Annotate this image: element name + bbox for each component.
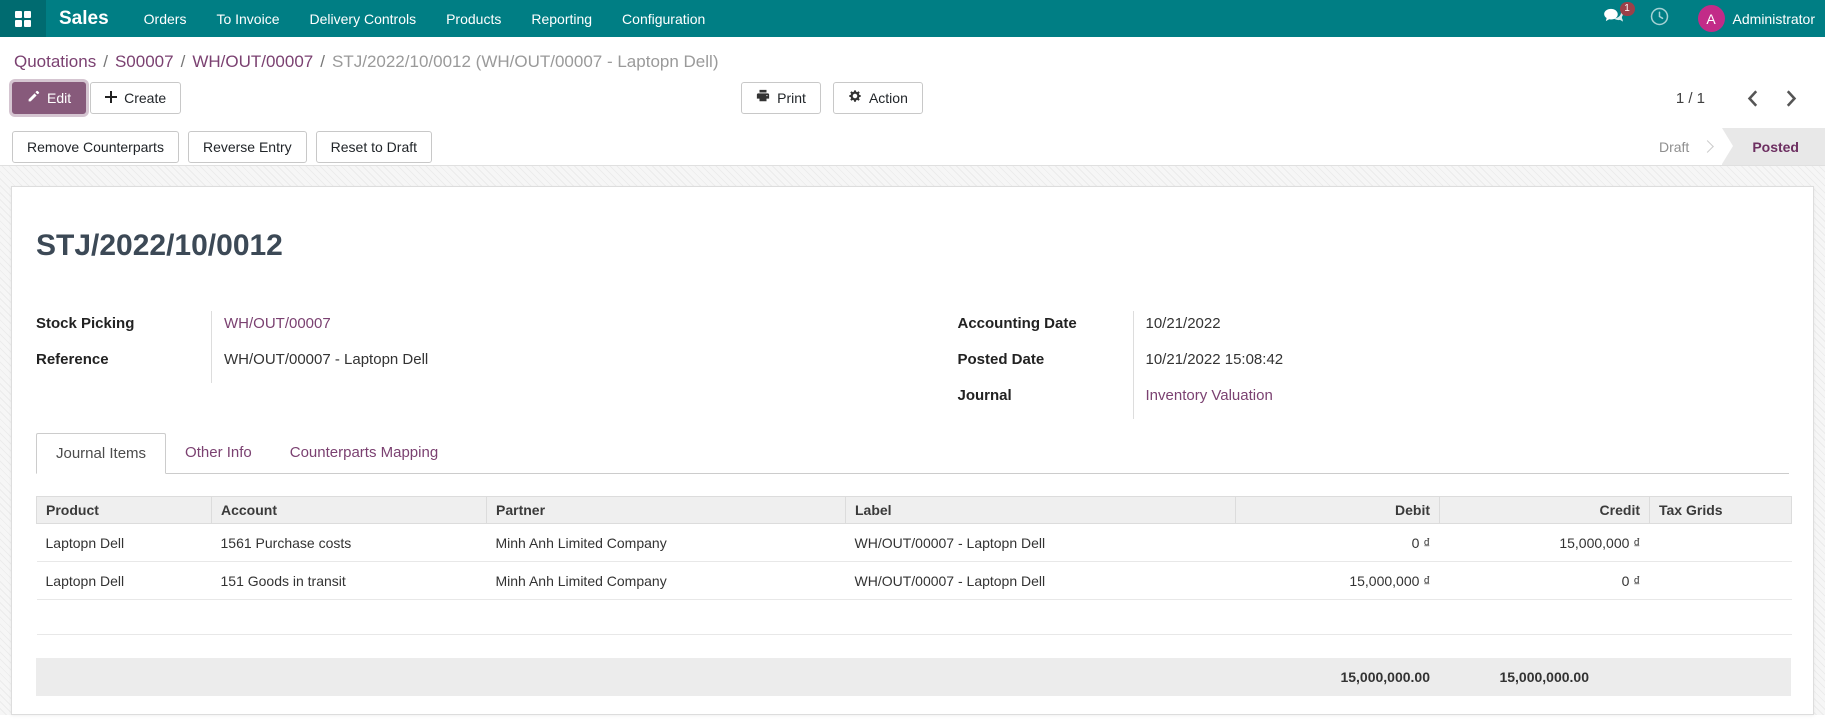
credit-total: 15,000,000.00	[1499, 669, 1589, 685]
col-partner[interactable]: Partner	[486, 496, 846, 524]
app-brand[interactable]: Sales	[46, 0, 129, 37]
main-menu: Orders To Invoice Delivery Controls Prod…	[129, 0, 721, 37]
tab-other-info[interactable]: Other Info	[166, 433, 271, 473]
plus-icon	[105, 88, 118, 108]
field-posted-date: Posted Date 10/21/2022 15:08:42	[958, 347, 1790, 383]
menu-products[interactable]: Products	[431, 0, 516, 37]
top-navbar: Sales Orders To Invoice Delivery Control…	[0, 0, 1825, 37]
navbar-right: 1 A Administrator	[1590, 0, 1825, 37]
breadcrumb-separator: /	[320, 52, 325, 71]
menu-configuration[interactable]: Configuration	[607, 0, 720, 37]
user-avatar[interactable]: A	[1697, 5, 1725, 32]
remove-counterparts-button[interactable]: Remove Counterparts	[12, 130, 179, 163]
col-credit[interactable]: Credit	[1439, 496, 1650, 524]
table-header-row: Product Account Partner Label Debit Cred…	[36, 496, 1792, 524]
statusbar: Draft Posted	[1639, 128, 1825, 165]
status-arrow-icon	[1701, 140, 1715, 153]
form-view-background: STJ/2022/10/0012 Stock Picking WH/OUT/00…	[0, 166, 1825, 715]
debit-total: 15,000,000.00	[1340, 669, 1430, 685]
status-draft[interactable]: Draft	[1639, 128, 1703, 165]
record-buttons: Edit Create	[12, 82, 182, 114]
page-title: STJ/2022/10/0012	[36, 229, 283, 262]
pager-next-button[interactable]	[1772, 86, 1811, 111]
col-account[interactable]: Account	[211, 496, 487, 524]
breadcrumb-quotations[interactable]: Quotations	[14, 52, 96, 71]
col-label[interactable]: Label	[845, 496, 1236, 524]
table-row-empty[interactable]	[36, 599, 1792, 635]
menu-delivery-controls[interactable]: Delivery Controls	[295, 0, 432, 37]
print-action-buttons: Print Action	[741, 82, 923, 114]
workflow-buttons: Remove Counterparts Reverse Entry Reset …	[12, 130, 433, 163]
col-tax-grids[interactable]: Tax Grids	[1649, 496, 1792, 524]
pager-count: 1 / 1	[1675, 89, 1705, 107]
tab-counterparts-mapping[interactable]: Counterparts Mapping	[271, 433, 457, 473]
breadcrumb-current: STJ/2022/10/0012 (WH/OUT/00007 - Laptopn…	[332, 52, 719, 71]
field-accounting-date: Accounting Date 10/21/2022	[958, 311, 1790, 347]
create-button[interactable]: Create	[90, 82, 182, 114]
table-row[interactable]: Laptopn Dell 1561 Purchase costs Minh An…	[36, 523, 1792, 562]
col-debit[interactable]: Debit	[1235, 496, 1440, 524]
form-sheet: STJ/2022/10/0012 Stock Picking WH/OUT/00…	[11, 186, 1814, 715]
breadcrumb: Quotations / S00007 / WH/OUT/00007 / STJ/2022/…	[14, 52, 1811, 72]
field-group-left: Stock Picking WH/OUT/00007 Reference WH/…	[36, 311, 868, 419]
notebook-tabs: Journal Items Other Info Counterparts Ma…	[36, 433, 1789, 474]
col-product[interactable]: Product	[36, 496, 212, 524]
reverse-entry-button[interactable]: Reverse Entry	[187, 130, 307, 163]
breadcrumb-wh-out[interactable]: WH/OUT/00007	[192, 52, 313, 71]
field-groups: Stock Picking WH/OUT/00007 Reference WH/…	[36, 311, 1789, 419]
field-journal: Journal Inventory Valuation	[958, 383, 1790, 419]
control-bar: Edit Create Print Action 1 / 1	[0, 80, 1825, 124]
clock-icon	[1650, 7, 1669, 31]
table-row[interactable]: Laptopn Dell 151 Goods in transit Minh A…	[36, 561, 1792, 600]
field-stock-picking: Stock Picking WH/OUT/00007	[36, 311, 868, 347]
action-button[interactable]: Action	[832, 82, 923, 114]
pager-previous-button[interactable]	[1733, 86, 1772, 111]
apps-grid-icon	[15, 10, 31, 27]
pencil-icon	[27, 88, 40, 108]
user-name[interactable]: Administrator	[1733, 11, 1815, 27]
message-count-badge: 1	[1619, 2, 1635, 16]
pager: 1 / 1	[1676, 86, 1811, 111]
breadcrumb-separator: /	[103, 52, 108, 71]
field-group-right: Accounting Date 10/21/2022 Posted Date 1…	[958, 311, 1790, 419]
printer-icon	[756, 88, 770, 108]
tab-journal-items[interactable]: Journal Items	[36, 433, 167, 474]
apps-menu-button[interactable]	[0, 0, 46, 37]
totals-row: 15,000,000.00 15,000,000.00	[36, 658, 1791, 696]
menu-to-invoice[interactable]: To Invoice	[201, 0, 294, 37]
messages-button[interactable]: 1	[1590, 0, 1637, 37]
activities-button[interactable]	[1637, 0, 1682, 37]
edit-button[interactable]: Edit	[12, 82, 87, 114]
journal-link[interactable]: Inventory Valuation	[1146, 387, 1273, 404]
status-posted: Posted	[1722, 128, 1825, 165]
field-reference: Reference WH/OUT/00007 - Laptopn Dell	[36, 347, 868, 383]
menu-orders[interactable]: Orders	[129, 0, 202, 37]
journal-items-table: Product Account Partner Label Debit Cred…	[36, 496, 1792, 635]
breadcrumb-s00007[interactable]: S00007	[115, 52, 174, 71]
print-button[interactable]: Print	[741, 82, 821, 114]
gear-icon	[848, 88, 862, 108]
menu-reporting[interactable]: Reporting	[516, 0, 607, 37]
workflow-bar: Remove Counterparts Reverse Entry Reset …	[0, 124, 1825, 166]
breadcrumb-bar: Quotations / S00007 / WH/OUT/00007 / STJ/2022/…	[0, 37, 1825, 80]
stock-picking-link[interactable]: WH/OUT/00007	[224, 315, 331, 332]
breadcrumb-separator: /	[180, 52, 186, 71]
reset-to-draft-button[interactable]: Reset to Draft	[315, 130, 433, 163]
